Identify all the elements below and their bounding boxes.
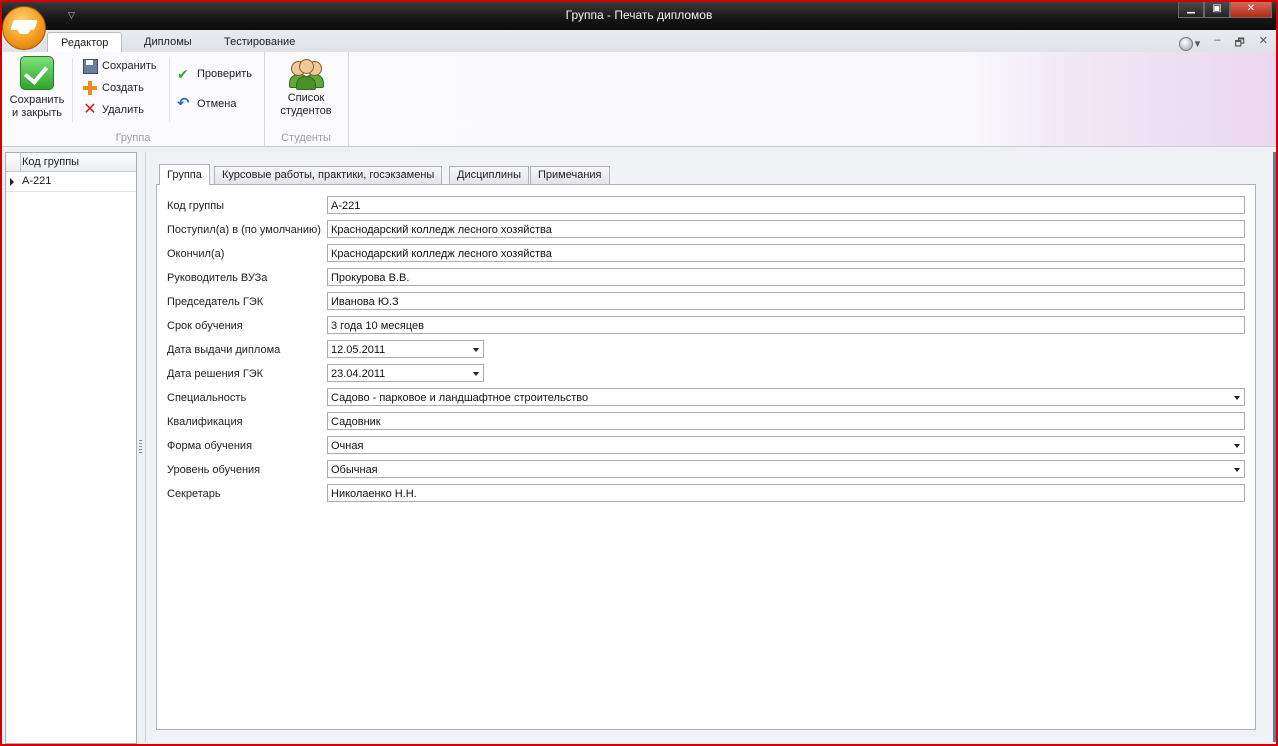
input-study-period[interactable]: 3 года 10 месяцев [327, 316, 1245, 334]
save-close-label-2: и закрыть [12, 107, 62, 119]
tab-editor[interactable]: Редактор [47, 32, 123, 53]
select-specialty[interactable]: Садово - парковое и ландшафтное строител… [327, 388, 1245, 406]
label-gek-decision-date: Дата решения ГЭК [167, 368, 264, 380]
group-form: Код группы А-221 Поступил(а) в (по умолч… [156, 184, 1256, 730]
tab-testing[interactable]: Тестирование [224, 32, 295, 52]
delete-button[interactable]: ✕ Удалить [82, 101, 144, 119]
group-label-group: Группа [115, 132, 151, 144]
mdi-controls: ▾ – 🗗 ✕ [1178, 34, 1268, 53]
label-study-form: Форма обучения [167, 440, 253, 452]
ribbon-group-group: Сохранить и закрыть Сохранить Создать ✕ … [2, 52, 265, 146]
ribbon-tab-strip: Редактор Дипломы Тестирование ▾ – 🗗 ✕ [2, 30, 1276, 53]
tab-coursework[interactable]: Курсовые работы, практики, госэкзамены [214, 166, 443, 184]
label-study-period: Срок обучения [167, 320, 243, 332]
tab-notes[interactable]: Примечания [530, 166, 610, 184]
undo-button[interactable]: ↶ Отмена [177, 95, 236, 113]
window-title: Группа - Печать дипломов [565, 8, 713, 22]
floppy-disk-icon [82, 58, 98, 74]
label-gek-chair: Председатель ГЭК [167, 296, 264, 308]
save-button[interactable]: Сохранить [82, 57, 157, 75]
delete-x-icon: ✕ [83, 101, 97, 118]
undo-icon: ↶ [177, 95, 190, 112]
select-study-form[interactable]: Очная [327, 436, 1245, 454]
chevron-down-icon: ▾ [1194, 38, 1201, 50]
tab-group[interactable]: Группа [159, 164, 210, 185]
create-button[interactable]: Создать [82, 79, 144, 97]
label-qualification: Квалификация [167, 416, 243, 428]
splitter-handle[interactable] [139, 440, 142, 454]
label-secretary: Секретарь [167, 488, 221, 500]
grid-row[interactable]: А-221 [6, 172, 136, 192]
students-group-icon [289, 56, 324, 90]
undo-label: Отмена [197, 98, 237, 110]
students-label-1: Список [287, 92, 325, 104]
input-secretary[interactable]: Николаенко Н.Н. [327, 484, 1245, 502]
dropdown-arrow-icon[interactable] [1234, 468, 1240, 472]
style-globe-icon [1178, 36, 1193, 51]
plus-icon [82, 80, 98, 96]
window-controls: ▁ ▣ ✕ [1178, 2, 1272, 18]
grid-header-group-code[interactable]: Код группы [6, 153, 136, 172]
style-selector[interactable]: ▾ [1178, 34, 1201, 53]
mdi-close-button[interactable]: ✕ [1259, 34, 1268, 53]
group-label-students: Студенты [281, 132, 331, 144]
edit-panel: Группа Курсовые работы, практики, госэкз… [145, 152, 1276, 742]
input-admitted[interactable]: Краснодарский колледж лесного хозяйства [327, 220, 1245, 238]
label-graduated: Окончил(а) [167, 248, 225, 260]
label-admitted: Поступил(а) в (по умолчанию) [167, 224, 321, 236]
label-specialty: Специальность [167, 392, 247, 404]
create-label: Создать [102, 82, 144, 94]
label-study-level: Уровень обучения [167, 464, 261, 476]
input-graduated[interactable]: Краснодарский колледж лесного хозяйства [327, 244, 1245, 262]
dropdown-arrow-icon[interactable] [473, 348, 479, 352]
select-value-study-form: Очная [331, 440, 364, 452]
ribbon-group-students: Список студентов Студенты [264, 52, 349, 146]
check-big-icon [20, 56, 54, 90]
group-list-grid: Код группы А-221 [5, 152, 137, 744]
restore-button[interactable]: ▣ [1204, 2, 1230, 18]
date-picker-gek-decision[interactable]: 23.04.2011 [327, 364, 484, 382]
mdi-restore-button[interactable]: 🗗 [1234, 34, 1244, 53]
dropdown-arrow-icon[interactable] [1234, 444, 1240, 448]
input-group-code[interactable]: А-221 [327, 196, 1245, 214]
label-group-code: Код группы [167, 200, 225, 212]
date-value-diploma: 12.05.2011 [331, 344, 386, 356]
students-label-2: студентов [280, 105, 332, 117]
input-rector[interactable]: Прокурова В.В. [327, 268, 1245, 286]
date-value-gek-decision: 23.04.2011 [331, 368, 386, 380]
ribbon: Сохранить и закрыть Сохранить Создать ✕ … [2, 52, 1276, 147]
date-picker-diploma[interactable]: 12.05.2011 [327, 340, 484, 358]
delete-label: Удалить [102, 104, 144, 116]
app-menu-orb-icon[interactable] [2, 6, 46, 50]
app-window: ▽ Группа - Печать дипломов ▁ ▣ ✕ Редакто… [0, 0, 1278, 746]
save-close-label-1: Сохранить [9, 94, 65, 106]
tab-diplomas[interactable]: Дипломы [144, 32, 192, 52]
select-value-specialty: Садово - парковое и ландшафтное строител… [331, 392, 589, 404]
label-diploma-date: Дата выдачи диплома [167, 344, 281, 356]
check-icon: ✔ [177, 66, 189, 82]
mdi-minimize-button[interactable]: – [1214, 34, 1220, 53]
check-label: Проверить [197, 68, 253, 80]
minimize-button[interactable]: ▁ [1178, 2, 1204, 18]
input-gek-chair[interactable]: Иванова Ю.З [327, 292, 1245, 310]
check-button[interactable]: ✔ Проверить [177, 65, 252, 83]
input-qualification[interactable]: Садовник [327, 412, 1245, 430]
tab-disciplines[interactable]: Дисциплины [449, 166, 530, 184]
students-list-button[interactable]: Список студентов [272, 56, 340, 118]
row-indicator-icon [10, 178, 14, 186]
save-and-close-button[interactable]: Сохранить и закрыть [6, 56, 68, 120]
label-rector: Руководитель ВУЗа [167, 272, 268, 284]
grid-cell-group-code: А-221 [22, 175, 52, 187]
close-button[interactable]: ✕ [1230, 2, 1272, 18]
dropdown-arrow-icon[interactable] [1234, 396, 1240, 400]
save-label: Сохранить [102, 60, 157, 72]
select-study-level[interactable]: Обычная [327, 460, 1245, 478]
dropdown-arrow-icon[interactable] [473, 372, 479, 376]
select-value-study-level: Обычная [331, 464, 378, 476]
title-bar: ▽ Группа - Печать дипломов ▁ ▣ ✕ [2, 2, 1276, 30]
